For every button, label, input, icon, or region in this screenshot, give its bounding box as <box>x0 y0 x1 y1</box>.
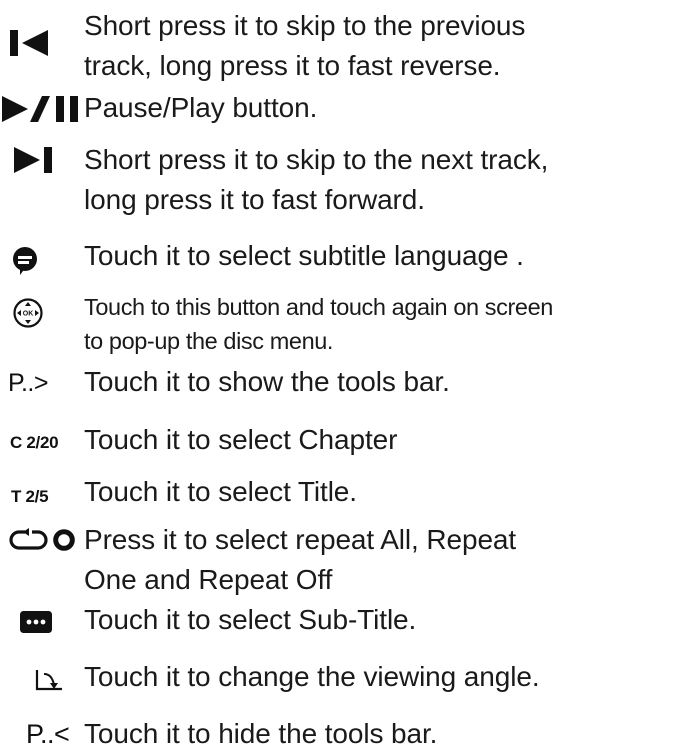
title-icon: T 2/5 <box>11 487 49 506</box>
sub-title-icon <box>20 611 52 633</box>
item-description: Touch it to select subtitle language . <box>84 240 524 271</box>
item-description: Touch it to select Sub-Title. <box>84 604 417 635</box>
hide-tools-bar-icon: P..< <box>26 719 70 749</box>
subtitle-language-icon <box>13 247 37 275</box>
item-description: Touch it to select Title. <box>84 476 357 507</box>
item-description: Press it to select repeat All, Repeat On… <box>84 524 517 595</box>
item-description: Touch it to select Chapter <box>84 424 398 455</box>
show-tools-bar-icon: P..> <box>8 369 48 397</box>
skip-next-icon <box>14 147 52 173</box>
play-pause-icon <box>2 96 78 122</box>
item-description: Touch to this button and touch again on … <box>84 294 553 354</box>
item-description: Touch it to change the viewing angle. <box>84 661 540 692</box>
item-description: Touch it to show the tools bar. <box>84 366 450 397</box>
disc-menu-icon: OK <box>13 298 43 328</box>
manual-page: { "items": [ { "icon": "skip-previous-ic… <box>0 0 678 751</box>
repeat-icon <box>9 528 75 551</box>
viewing-angle-icon <box>35 670 62 691</box>
chapter-icon: C 2/20 <box>10 433 59 452</box>
skip-previous-icon <box>10 30 48 56</box>
item-description: Short press it to skip to the next track… <box>84 144 549 215</box>
item-description: Touch it to hide the tools bar. <box>84 718 438 749</box>
item-description: Short press it to skip to the previous t… <box>84 10 526 81</box>
item-description: Pause/Play button. <box>84 92 318 123</box>
svg-text:OK: OK <box>23 311 34 318</box>
